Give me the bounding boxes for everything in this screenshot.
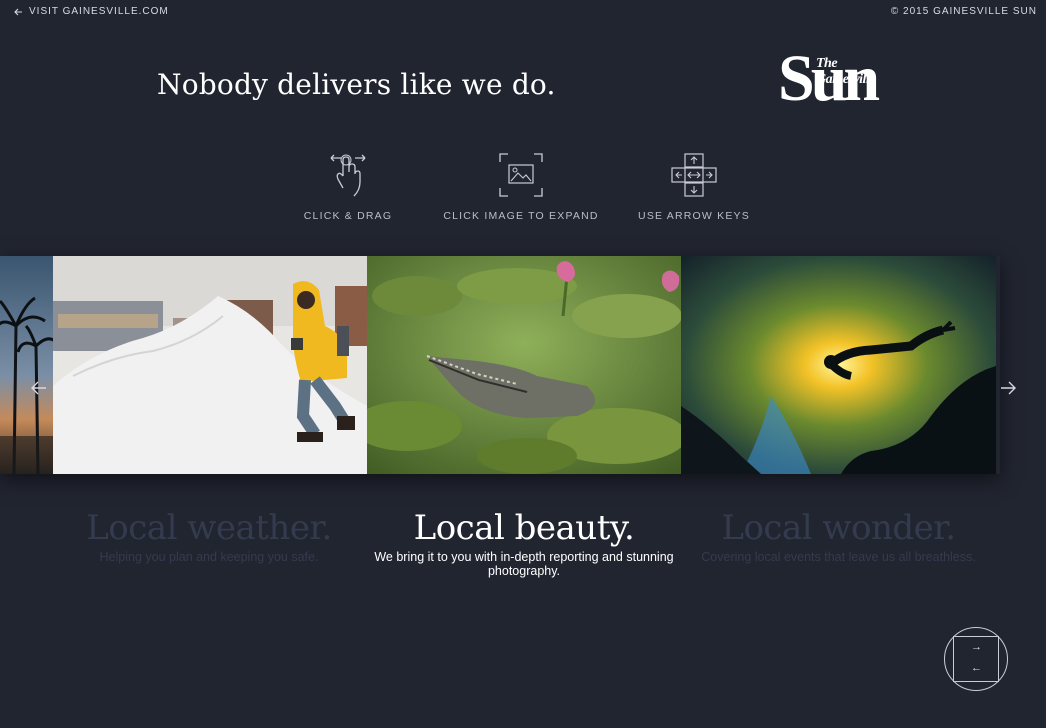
caption-title: Local wonder.: [721, 508, 956, 548]
gainesville-sun-logo: Sun The Gainesville: [778, 46, 893, 115]
slide-local-wonder[interactable]: [681, 256, 996, 474]
nav-left-arrow-icon[interactable]: ←: [971, 662, 982, 674]
slide-local-beauty[interactable]: [367, 256, 681, 474]
copyright-text: © 2015 GAINESVILLE SUN: [890, 6, 1037, 17]
alligator-photo: [367, 256, 681, 474]
hint-arrow-keys: USE ARROW KEYS: [636, 152, 752, 222]
arrow-left-icon: [31, 381, 46, 395]
arrow-left-icon: [14, 8, 22, 15]
hand-swipe-icon: [330, 154, 366, 197]
hint-click-drag: CLICK & DRAG: [300, 152, 396, 222]
slide-palms-partial[interactable]: [0, 256, 53, 474]
carousel-next-arrow[interactable]: [997, 378, 1017, 398]
caption-local-beauty: Local beauty. We bring it to you with in…: [367, 508, 681, 578]
photo-carousel[interactable]: [0, 256, 1000, 474]
image-frame-icon: [499, 153, 543, 197]
hint-expand-image: CLICK IMAGE TO EXPAND: [441, 152, 601, 222]
palms-photo: [0, 256, 53, 474]
carousel-prev-arrow[interactable]: [30, 378, 50, 398]
hint-expand-label: CLICK IMAGE TO EXPAND: [443, 210, 599, 222]
caption-title: Local weather.: [86, 508, 332, 548]
visit-gainesville-link[interactable]: VISIT GAINESVILLE.COM: [14, 6, 169, 17]
top-bar: VISIT GAINESVILLE.COM © 2015 GAINESVILLE…: [0, 0, 1046, 24]
caption-title: Local beauty.: [413, 508, 635, 548]
caption-subtitle: Helping you plan and keeping you safe.: [99, 550, 319, 564]
visit-gainesville-label: VISIT GAINESVILLE.COM: [29, 6, 169, 17]
diver-photo: [681, 256, 996, 474]
partial-caption: .: [0, 508, 14, 548]
page-headline: Nobody delivers like we do.: [157, 68, 556, 101]
hint-keys-label: USE ARROW KEYS: [638, 210, 750, 222]
hint-drag-label: CLICK & DRAG: [303, 210, 393, 222]
caption-local-wonder: Local wonder. Covering local events that…: [681, 508, 996, 564]
slide-local-weather[interactable]: [53, 256, 367, 474]
arrow-navigation-widget[interactable]: → ←: [944, 627, 1008, 691]
nav-right-arrow-icon[interactable]: →: [971, 641, 982, 653]
arrow-right-icon: [1001, 381, 1016, 395]
caption-local-weather: Local weather. Helping you plan and keep…: [52, 508, 366, 564]
logo-the-gainesville-text: The Gainesville: [816, 56, 876, 87]
caption-subtitle: We bring it to you with in-depth reporti…: [374, 550, 674, 578]
caption-subtitle: Covering local events that leave us all …: [701, 550, 976, 564]
snow-worker-photo: [53, 256, 367, 474]
arrow-keys-icon: [671, 153, 717, 197]
